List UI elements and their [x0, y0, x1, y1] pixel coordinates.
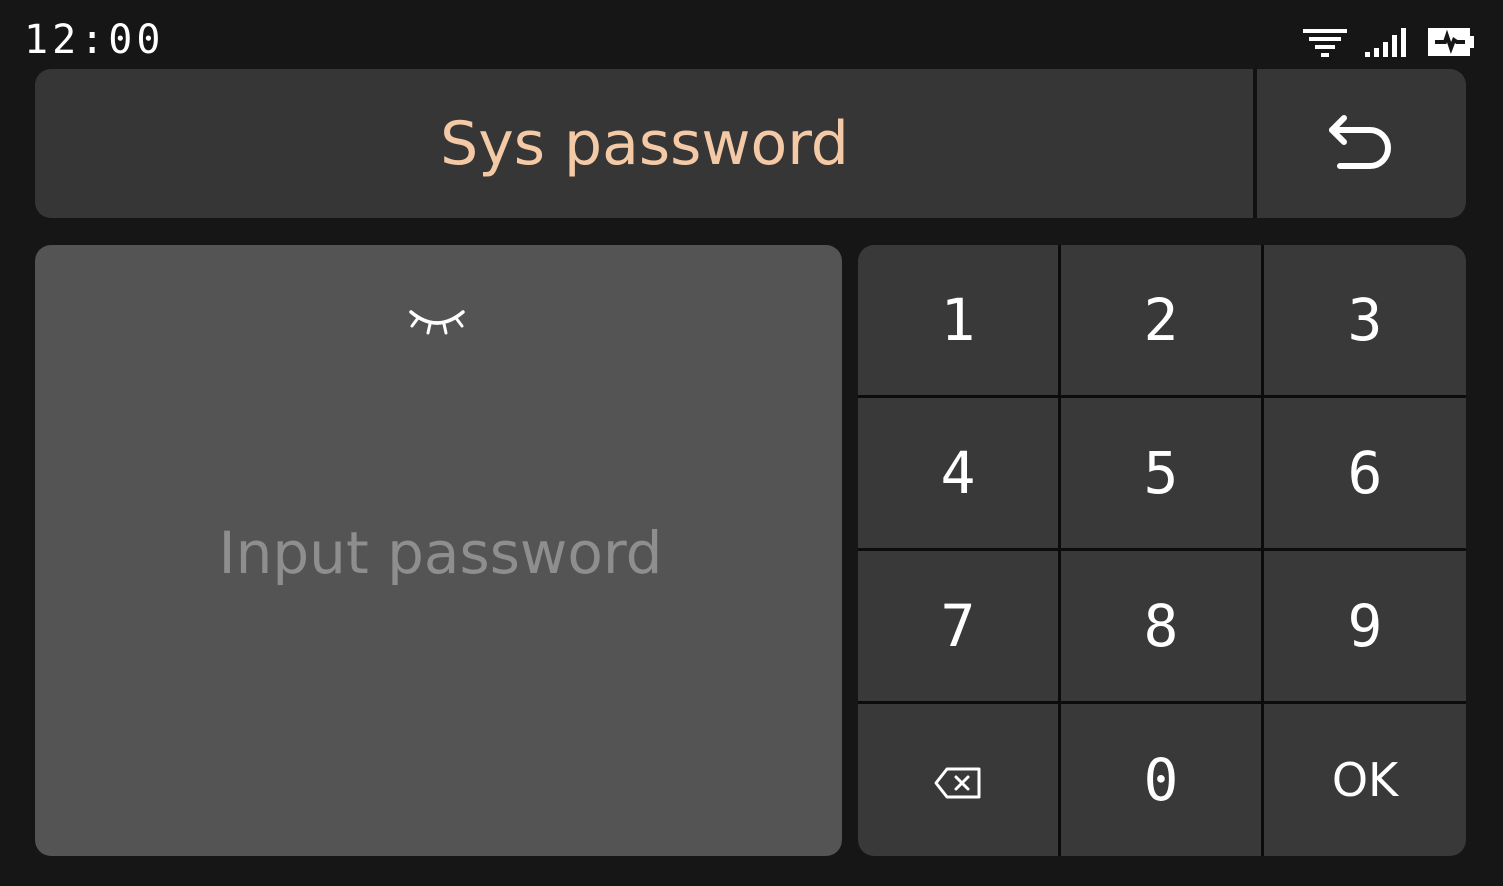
password-screen: 12:00 Sys password 1 2 3 4 5 6 7 8 9 0 O…	[0, 0, 1503, 886]
key-5[interactable]: 5	[1061, 398, 1261, 548]
status-icons	[1301, 24, 1475, 60]
key-2[interactable]: 2	[1061, 245, 1261, 395]
numeric-keypad: 1 2 3 4 5 6 7 8 9 0 OK	[858, 245, 1466, 856]
status-time: 12:00	[24, 17, 165, 63]
battery-charging-icon	[1427, 26, 1475, 58]
key-7[interactable]: 7	[858, 551, 1058, 701]
key-8[interactable]: 8	[1061, 551, 1261, 701]
key-0[interactable]: 0	[1061, 704, 1261, 856]
key-1[interactable]: 1	[858, 245, 1058, 395]
password-visibility-toggle[interactable]	[405, 300, 469, 344]
signal-icon	[1363, 26, 1413, 58]
backspace-icon	[933, 746, 983, 814]
back-button[interactable]	[1257, 69, 1466, 218]
key-4[interactable]: 4	[858, 398, 1058, 548]
key-3[interactable]: 3	[1264, 245, 1466, 395]
back-arrow-icon	[1326, 106, 1398, 182]
key-9[interactable]: 9	[1264, 551, 1466, 701]
header-bar: Sys password	[35, 69, 1466, 218]
eye-closed-icon	[407, 304, 467, 340]
wifi-icon	[1301, 26, 1349, 58]
page-title: Sys password	[440, 108, 849, 179]
key-6[interactable]: 6	[1264, 398, 1466, 548]
ok-button[interactable]: OK	[1264, 704, 1466, 856]
password-panel	[35, 245, 842, 856]
password-input[interactable]	[75, 507, 806, 599]
backspace-button[interactable]	[858, 704, 1058, 856]
